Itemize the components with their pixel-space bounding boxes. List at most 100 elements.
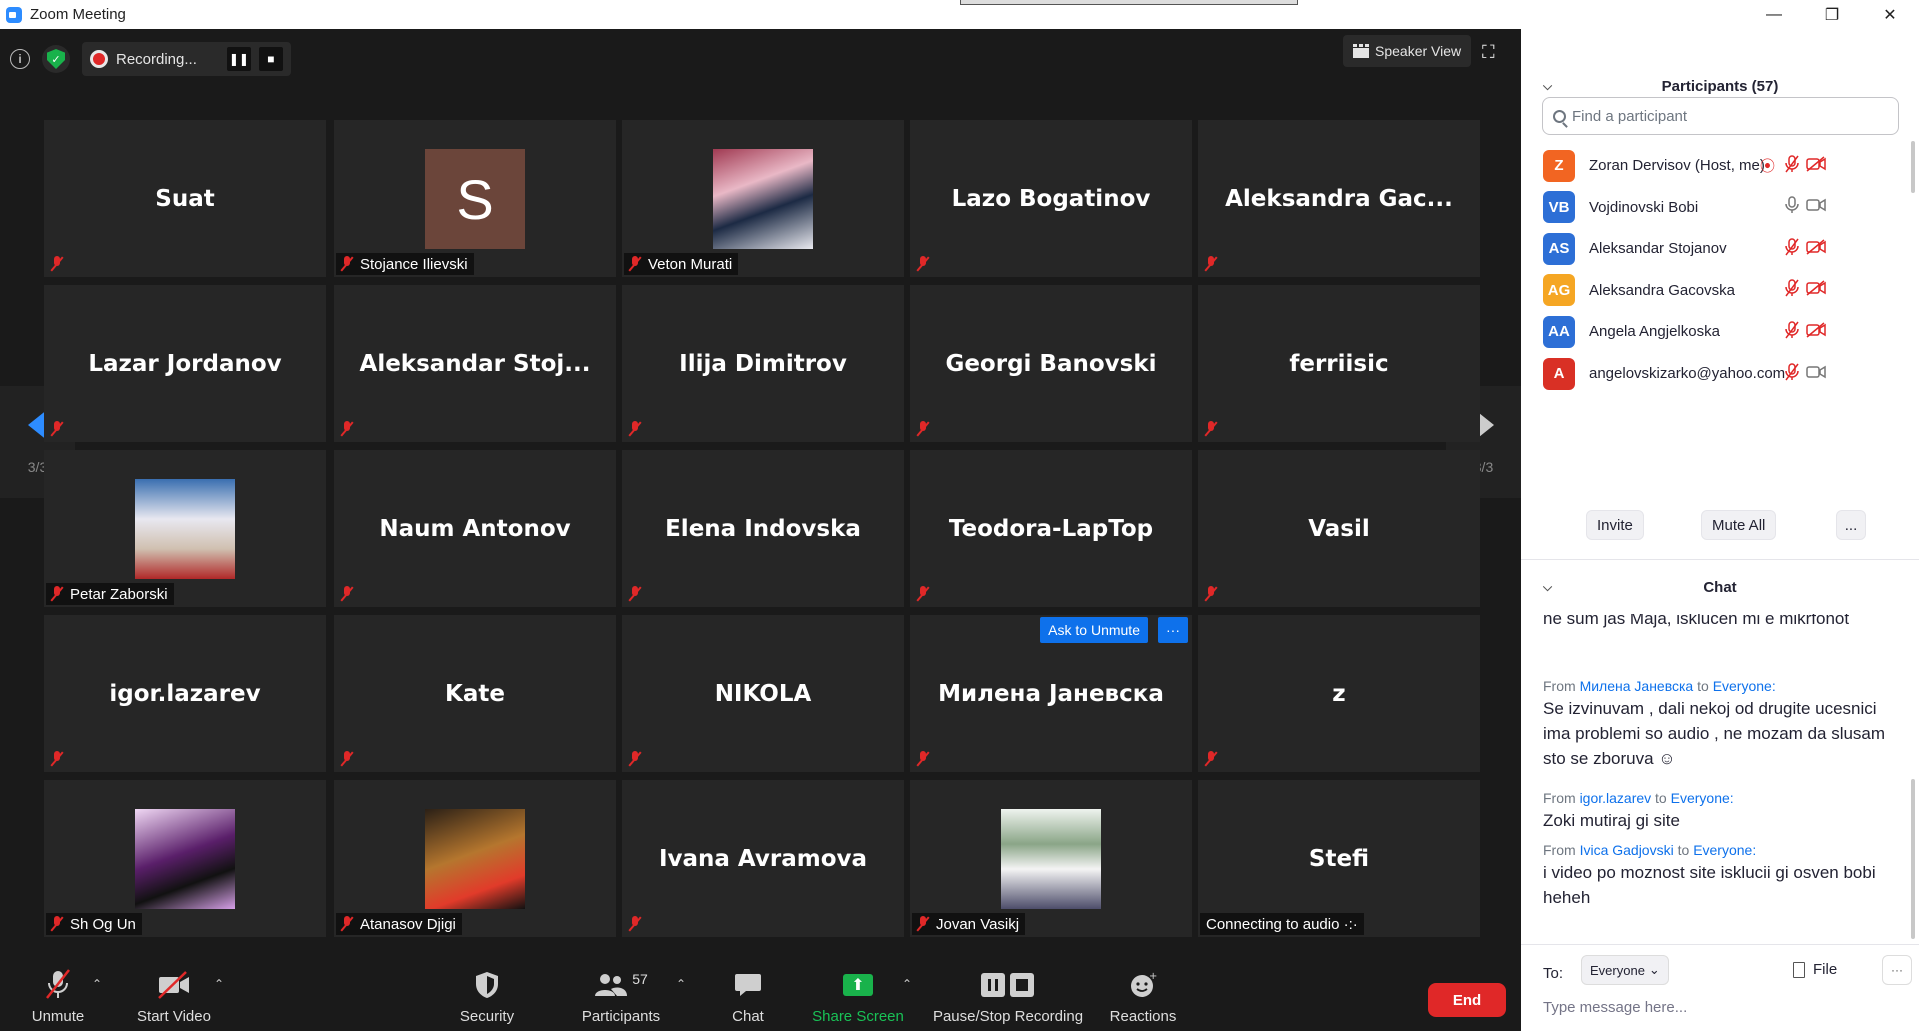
encryption-shield[interactable]: ✓	[42, 45, 70, 73]
mic-muted-icon[interactable]	[1784, 279, 1800, 301]
collapse-chevron-icon[interactable]: ⌵	[1543, 79, 1552, 94]
pause-recording-button[interactable]: ❚❚	[226, 47, 251, 71]
mic-muted-icon	[916, 751, 930, 767]
tile-more-button[interactable]: ···	[1158, 617, 1188, 643]
mic-muted-icon[interactable]	[1784, 237, 1800, 260]
video-tile[interactable]: Милена Јаневска Ask to Unmute ···	[910, 615, 1192, 772]
video-tile[interactable]: NIKOLA	[622, 615, 904, 772]
fullscreen-icon[interactable]: ⛶	[1482, 42, 1502, 62]
chat-more-button[interactable]: ···	[1882, 955, 1912, 985]
participant-search-input[interactable]: Find a participant	[1542, 97, 1899, 135]
mic-muted-icon	[340, 256, 354, 272]
video-tile[interactable]: Aleksandar Stoj...	[334, 285, 616, 442]
mic-muted-icon	[50, 421, 64, 437]
participants-options-chevron-icon[interactable]: ⌃	[676, 977, 686, 991]
tile-nametag	[912, 253, 936, 275]
video-tile[interactable]: Ilija Dimitrov	[622, 285, 904, 442]
video-tile[interactable]: Veton Murati	[622, 120, 904, 277]
video-tile[interactable]: Elena Indovska	[622, 450, 904, 607]
video-off-icon[interactable]	[1806, 280, 1826, 300]
tile-display-name: Ilija Dimitrov	[679, 350, 847, 377]
chat-scrollbar[interactable]	[1911, 779, 1915, 939]
video-tile[interactable]: Vasil	[1198, 450, 1480, 607]
mic-muted-icon[interactable]	[1784, 154, 1800, 177]
meeting-toolbar: Unmute ⌃ Start Video ⌃ Security 57 Parti…	[0, 959, 1521, 1031]
mic-muted-icon	[1204, 256, 1218, 272]
chat-recipient[interactable]: Everyone:	[1671, 790, 1734, 806]
video-icon[interactable]	[1806, 197, 1826, 217]
start-video-button[interactable]: Start Video	[134, 959, 214, 1031]
video-tile[interactable]: Lazo Bogatinov	[910, 120, 1192, 277]
participants-button[interactable]: 57 Participants	[574, 959, 668, 1031]
chat-recipient[interactable]: Everyone:	[1713, 678, 1776, 694]
tile-nametag: Atanasov Djigi	[336, 913, 462, 935]
participants-scrollbar[interactable]	[1911, 141, 1915, 193]
video-tile[interactable]: Petar Zaborski	[44, 450, 326, 607]
mute-all-button[interactable]: Mute All	[1701, 510, 1777, 540]
share-options-chevron-icon[interactable]: ⌃	[902, 977, 912, 991]
chat-button[interactable]: Chat	[724, 959, 772, 1031]
video-icon[interactable]	[1806, 364, 1826, 384]
info-icon[interactable]: i	[10, 49, 30, 69]
video-tile[interactable]: Georgi Banovski	[910, 285, 1192, 442]
reactions-button[interactable]: + Reactions	[1108, 959, 1178, 1031]
mic-muted-icon	[340, 586, 354, 602]
participant-name: Angela Angjelkoska	[1589, 323, 1720, 341]
participants-more-button[interactable]: ...	[1836, 510, 1866, 540]
chat-recipient[interactable]: Everyone:	[1693, 842, 1756, 858]
chat-sender[interactable]: Милена Јаневска	[1580, 678, 1694, 694]
mic-icon[interactable]	[1784, 196, 1800, 218]
mic-muted-icon	[628, 256, 642, 272]
share-screen-button[interactable]: ⬆ Share Screen	[810, 959, 906, 1031]
mic-muted-icon[interactable]	[1784, 321, 1800, 343]
thumbnail-strip[interactable]	[960, 0, 1298, 5]
recipient-dropdown[interactable]: Everyone ⌄	[1581, 955, 1669, 985]
panel-divider	[1521, 559, 1919, 560]
end-meeting-button[interactable]: End	[1428, 983, 1506, 1017]
video-tile[interactable]: Stefi Connecting to audio ·:·	[1198, 780, 1480, 937]
participant-row[interactable]: Aangelovskizarko@yahoo.com	[1521, 348, 1911, 399]
speaker-view-button[interactable]: Speaker View	[1343, 35, 1472, 67]
participants-title: Participants (57)	[1661, 77, 1779, 95]
video-tile[interactable]: Jovan Vasikj	[910, 780, 1192, 937]
chat-message-input[interactable]: Type message here...	[1543, 999, 1687, 1016]
minimize-button[interactable]: —	[1745, 0, 1803, 29]
audio-options-chevron-icon[interactable]: ⌃	[92, 977, 102, 991]
mic-muted-icon[interactable]	[1784, 362, 1800, 385]
chat-message-text: ne sum jas Maja, isklucen mi e mikrfonot	[1543, 614, 1850, 628]
invite-button[interactable]: Invite	[1586, 510, 1644, 540]
chat-collapse-chevron-icon[interactable]: ⌵	[1543, 580, 1552, 595]
video-tile[interactable]: Ivana Avramova	[622, 780, 904, 937]
video-tile[interactable]: Aleksandra Gac...	[1198, 120, 1480, 277]
video-tile[interactable]: Naum Antonov	[334, 450, 616, 607]
video-off-icon[interactable]	[1806, 155, 1826, 176]
video-tile[interactable]: S Stojance Ilievski	[334, 120, 616, 277]
mic-muted-icon	[340, 421, 354, 437]
mic-muted-icon	[43, 968, 73, 1002]
video-tile[interactable]: Atanasov Djigi	[334, 780, 616, 937]
video-options-chevron-icon[interactable]: ⌃	[214, 977, 224, 991]
restore-button[interactable]: ❐	[1803, 0, 1861, 29]
video-tile[interactable]: Kate	[334, 615, 616, 772]
security-button[interactable]: Security	[452, 959, 522, 1031]
unmute-button[interactable]: Unmute	[24, 959, 92, 1031]
video-tile[interactable]: Suat	[44, 120, 326, 277]
video-tile[interactable]: Teodora-LapTop	[910, 450, 1192, 607]
ask-to-unmute-button[interactable]: Ask to Unmute	[1040, 617, 1148, 643]
close-window-button[interactable]: ✕	[1861, 0, 1919, 29]
video-tile[interactable]: z	[1198, 615, 1480, 772]
video-off-icon[interactable]	[1806, 239, 1826, 259]
video-off-icon[interactable]	[1806, 322, 1826, 342]
video-tile[interactable]: Sh Og Un	[44, 780, 326, 937]
video-tile[interactable]: ferriisic	[1198, 285, 1480, 442]
tile-display-name: igor.lazarev	[109, 680, 261, 707]
video-tile[interactable]: Lazar Jordanov	[44, 285, 326, 442]
chat-sender[interactable]: igor.lazarev	[1580, 790, 1652, 806]
stop-recording-button[interactable]: ■	[258, 47, 283, 71]
pause-stop-recording-button[interactable]: Pause/Stop Recording	[932, 959, 1084, 1031]
pause-stop-icon	[978, 968, 1038, 1002]
to-label: to	[1697, 678, 1709, 694]
chat-sender[interactable]: Ivica Gadjovski	[1580, 842, 1674, 858]
video-tile[interactable]: igor.lazarev	[44, 615, 326, 772]
file-button[interactable]: File	[1793, 961, 1837, 978]
